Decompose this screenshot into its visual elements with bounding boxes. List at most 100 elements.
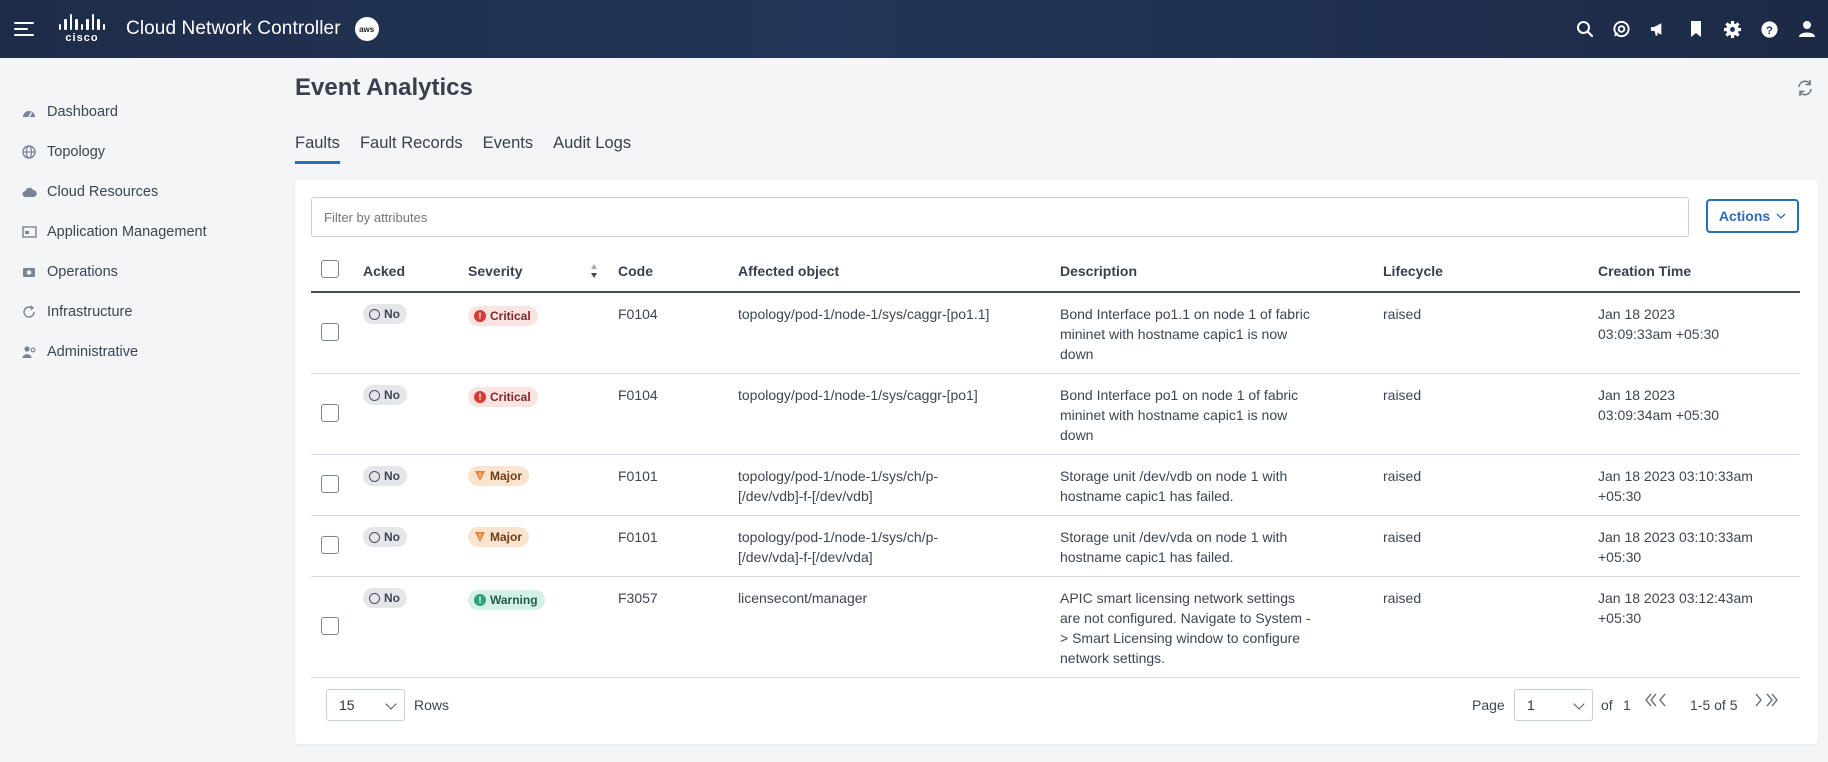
dashboard-icon — [21, 104, 37, 120]
announcement-icon[interactable] — [1649, 20, 1668, 39]
select-all-checkbox[interactable] — [321, 260, 339, 278]
table-row[interactable]: No ! Major F0101 topology/pod-1/node-1/sy… — [311, 515, 1800, 577]
tab-fault-records[interactable]: Fault Records — [360, 134, 463, 164]
description-line: are not configured. Navigate to System - — [1060, 610, 1311, 626]
bookmark-icon[interactable] — [1686, 20, 1705, 39]
sidebar-item-application-management[interactable]: Application Management — [0, 212, 270, 252]
help-icon[interactable]: ? — [1760, 20, 1779, 39]
creation-time-line: Jan 18 2023 — [1598, 306, 1676, 322]
unacked-circle-icon — [369, 308, 380, 320]
sidebar-item-label: Administrative — [47, 344, 139, 360]
sidebar-item-topology[interactable]: Topology — [0, 132, 270, 172]
description-line: down — [1060, 346, 1094, 362]
description: Bond Interface po1.1 on node 1 of fabric… — [1060, 292, 1383, 374]
sidebar-item-label: Application Management — [47, 224, 207, 240]
rows-label: Rows — [414, 697, 450, 713]
column-header-lifecycle[interactable]: Lifecycle — [1383, 250, 1598, 293]
lifecycle: raised — [1383, 576, 1598, 678]
tab-audit-logs[interactable]: Audit Logs — [553, 134, 631, 164]
sidebar-item-cloud-resources[interactable]: Cloud Resources — [0, 172, 270, 212]
fault-code: F3057 — [618, 576, 738, 678]
table-row[interactable]: No ! Major F0101 topology/pod-1/node-1/sy… — [311, 454, 1800, 516]
table-row[interactable]: No ! Warning F3057 licensecont/manager AP… — [311, 576, 1800, 678]
sidebar-item-dashboard[interactable]: Dashboard — [0, 92, 270, 132]
user-profile-icon[interactable] — [1797, 20, 1816, 39]
fault-code: F0104 — [618, 373, 738, 455]
search-icon[interactable] — [1575, 20, 1594, 39]
lifecycle: raised — [1383, 454, 1598, 516]
refresh-icon[interactable] — [1795, 78, 1815, 98]
affected-object: topology/pod-1/node-1/sys/caggr-[po1.1] — [738, 292, 1060, 374]
creation-time-line: Jan 18 2023 03:12:43am — [1598, 590, 1753, 606]
column-header-severity[interactable]: Severity — [468, 250, 618, 293]
filter-input[interactable] — [311, 197, 1689, 237]
major-icon: ! — [475, 471, 485, 481]
description-line: hostname capic1 has failed. — [1060, 488, 1234, 504]
tab-bar: Faults Fault Records Events Audit Logs — [295, 134, 631, 164]
description-line: network settings. — [1060, 650, 1166, 666]
sidebar-item-infrastructure[interactable]: Infrastructure — [0, 292, 270, 332]
svg-text:?: ? — [1766, 24, 1773, 36]
column-header-acked[interactable]: Acked — [363, 250, 468, 293]
table-row[interactable]: No ! Critical F0104 topology/pod-1/node-1… — [311, 373, 1800, 455]
major-icon: ! — [475, 532, 485, 542]
sidebar-item-operations[interactable]: Operations — [0, 252, 270, 292]
column-header-description[interactable]: Description — [1060, 250, 1383, 293]
creation-time: Jan 18 2023 03:10:33am +05:30 — [1598, 454, 1800, 516]
actions-button[interactable]: Actions — [1706, 199, 1799, 233]
creation-time: Jan 18 2023 03:09:34am +05:30 — [1598, 373, 1800, 455]
lifecycle: raised — [1383, 292, 1598, 374]
row-checkbox[interactable] — [321, 535, 339, 554]
sort-icon[interactable] — [590, 262, 598, 280]
creation-time: Jan 18 2023 03:10:33am +05:30 — [1598, 515, 1800, 577]
affected-object-line: [/dev/vdb]-f-[/dev/vdb] — [738, 488, 873, 504]
globe-icon — [21, 144, 37, 160]
severity-badge: ! Major — [468, 466, 530, 486]
acked-value: No — [384, 469, 400, 483]
hamburger-menu-icon[interactable] — [14, 22, 36, 36]
severity-badge: ! Warning — [468, 590, 545, 610]
severity-value: Critical — [490, 390, 531, 404]
table-row[interactable]: No ! Critical F0104 topology/pod-1/node-1… — [311, 292, 1800, 374]
sidebar-item-label: Operations — [47, 264, 118, 280]
acked-badge: No — [363, 588, 407, 608]
description: Storage unit /dev/vdb on node 1 with host… — [1060, 454, 1383, 516]
row-checkbox[interactable] — [321, 474, 339, 493]
rows-per-page-select[interactable]: 15 — [326, 689, 405, 721]
row-checkbox[interactable] — [321, 322, 339, 341]
aws-badge: aws — [354, 17, 379, 41]
first-previous-page-icon[interactable] — [1643, 692, 1671, 713]
row-checkbox[interactable] — [321, 403, 339, 422]
column-header-code[interactable]: Code — [618, 250, 738, 293]
unacked-circle-icon — [369, 592, 380, 604]
sidebar-item-label: Dashboard — [47, 104, 118, 120]
description-line: > Smart Licensing window to configure — [1060, 630, 1301, 646]
lifecycle: raised — [1383, 373, 1598, 455]
severity-value: Warning — [490, 593, 538, 607]
top-navigation-bar: cisco Cloud Network Controller aws ? — [0, 0, 1828, 58]
gear-icon[interactable] — [1723, 20, 1742, 39]
chevron-down-icon — [385, 698, 397, 710]
chevron-down-icon — [1573, 698, 1585, 710]
severity-badge: ! Critical — [468, 387, 538, 407]
critical-icon: ! — [474, 310, 486, 322]
next-last-page-icon[interactable] — [1753, 692, 1781, 713]
acked-value: No — [384, 530, 400, 544]
critical-icon: ! — [474, 391, 486, 403]
tab-faults[interactable]: Faults — [295, 134, 340, 164]
rows-per-page-value: 15 — [339, 697, 355, 713]
sidebar-item-administrative[interactable]: Administrative — [0, 332, 270, 372]
affected-object: topology/pod-1/node-1/sys/ch/p- [/dev/vdb… — [738, 454, 1060, 516]
fault-code: F0101 — [618, 454, 738, 516]
page-number-select[interactable]: 1 — [1514, 689, 1593, 721]
severity-value: Critical — [490, 309, 531, 323]
description-line: APIC smart licensing network settings — [1060, 590, 1295, 606]
column-header-affected-object[interactable]: Affected object — [738, 250, 1060, 293]
affected-object: topology/pod-1/node-1/sys/caggr-[po1] — [738, 373, 1060, 455]
sidebar-item-label: Infrastructure — [47, 304, 133, 320]
tab-events[interactable]: Events — [483, 134, 533, 164]
feedback-icon[interactable] — [1612, 20, 1631, 39]
page-range: 1-5 of 5 — [1690, 697, 1738, 713]
column-header-creation-time[interactable]: Creation Time — [1598, 250, 1800, 293]
row-checkbox[interactable] — [321, 616, 339, 635]
